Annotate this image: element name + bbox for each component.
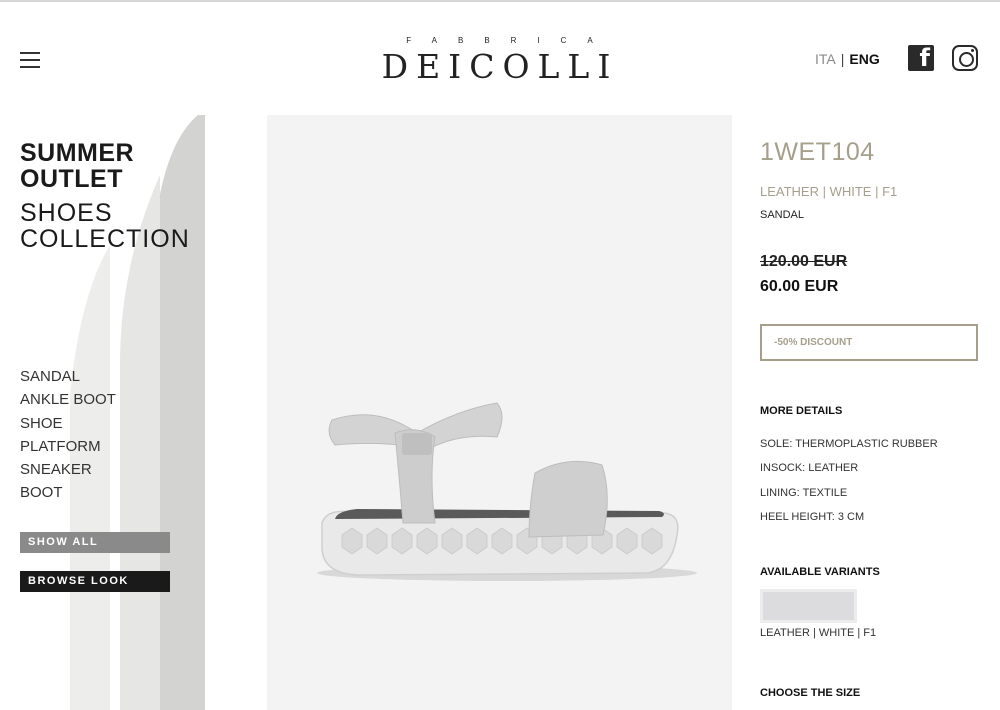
facebook-icon[interactable]: f [908, 44, 934, 72]
details-heading: MORE DETAILS [760, 405, 843, 417]
product-variant: LEATHER | WHITE | F1 [760, 184, 898, 199]
logo-wordmark: DEICOLLI [381, 47, 619, 86]
category-ankle-boot[interactable]: ANKLE BOOT [20, 388, 116, 411]
title-summer: SUMMER [20, 139, 135, 167]
category-platform[interactable]: PLATFORM [20, 435, 116, 458]
detail-lining: LINING: TEXTILE [760, 486, 848, 499]
variant-swatch-white[interactable] [760, 589, 857, 623]
lang-eng-link[interactable]: ENG [849, 51, 879, 67]
variant-swatch-label: LEATHER | WHITE | F1 [760, 627, 877, 639]
browse-look-button[interactable]: BROWSE LOOK [20, 571, 170, 592]
detail-insock: INSOCK: LEATHER [760, 462, 859, 475]
collection-title: SUMMER OUTLET SHOES COLLECTION [20, 140, 190, 252]
category-sneaker[interactable]: SNEAKER [20, 458, 116, 481]
discount-badge: -50% DISCOUNT [760, 324, 978, 361]
detail-sole: SOLE: THERMOPLASTIC RUBBER [760, 438, 938, 450]
logo-subtitle: FABBRICA [406, 36, 614, 45]
show-all-button[interactable]: SHOW ALL [20, 532, 170, 553]
category-shoe[interactable]: SHOE [20, 412, 116, 435]
title-outlet: OUTLET [20, 165, 123, 193]
language-switcher: ITA | ENG [815, 51, 880, 67]
title-collection: COLLECTION [20, 225, 190, 253]
sale-price: 60.00 EUR [760, 278, 839, 295]
product-code: 1WET104 [760, 138, 875, 166]
lang-ita-link[interactable]: ITA [815, 51, 836, 67]
sandal-product-image [317, 402, 697, 581]
details-list: SOLE: THERMOPLASTIC RUBBER INSOCK: LEATH… [760, 432, 938, 529]
product-image-panel [267, 115, 732, 710]
original-price: 120.00 EUR [760, 253, 848, 270]
product-type: SANDAL [760, 209, 805, 221]
detail-heel-height: HEEL HEIGHT: 3 CM [760, 510, 865, 523]
instagram-icon[interactable] [952, 45, 978, 71]
top-border [0, 0, 1000, 2]
category-list: SANDAL ANKLE BOOT SHOE PLATFORM SNEAKER … [20, 365, 116, 505]
category-sandal[interactable]: SANDAL [20, 365, 116, 388]
hamburger-menu-icon[interactable] [20, 52, 40, 68]
lang-separator: | [840, 51, 845, 67]
brand-logo[interactable]: FABBRICA DEICOLLI [360, 36, 640, 86]
variants-heading: AVAILABLE VARIANTS [760, 566, 880, 578]
category-boot[interactable]: BOOT [20, 481, 116, 504]
title-shoes: SHOES [20, 199, 113, 227]
size-heading: CHOOSE THE SIZE [760, 687, 861, 699]
